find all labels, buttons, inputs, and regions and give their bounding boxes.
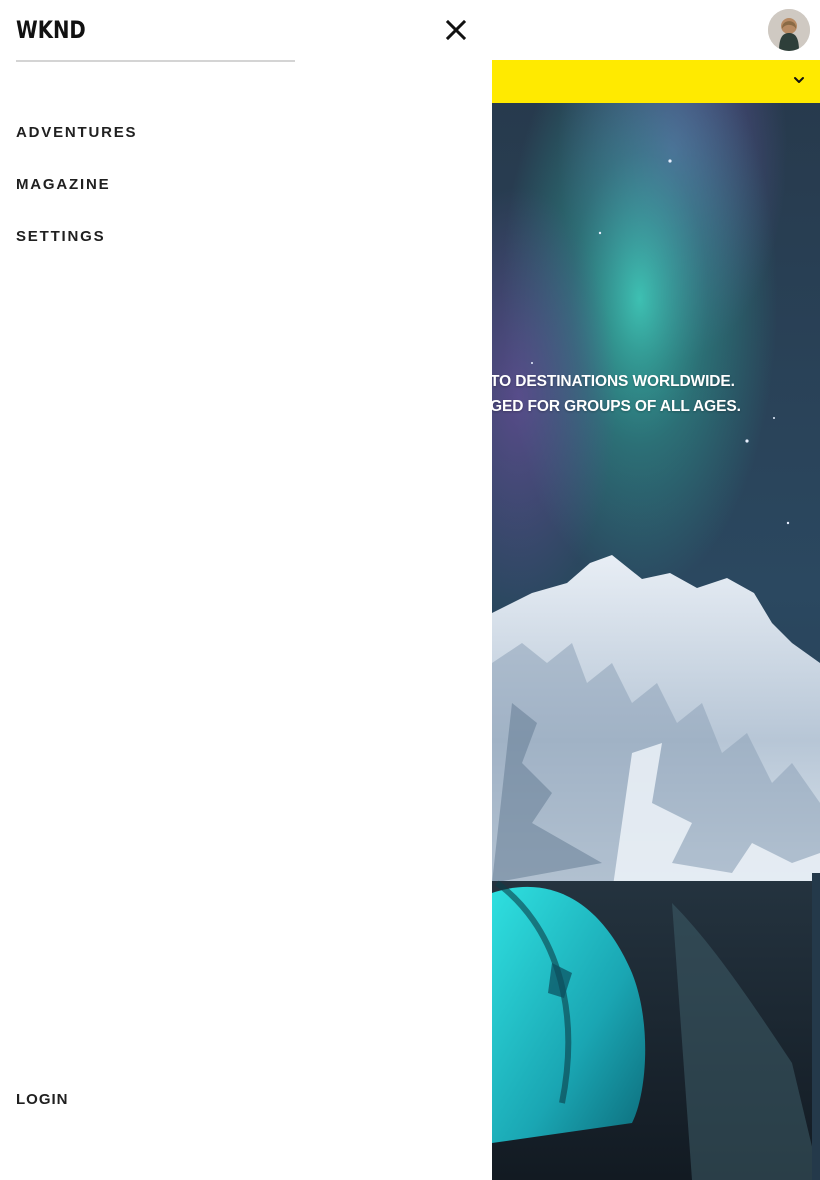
hero-tagline-line-2: GED FOR GROUPS OF ALL AGES. [492, 398, 741, 415]
hero-illustration [492, 103, 820, 1180]
login-link[interactable]: LOGIN [16, 1088, 69, 1112]
nav-item-magazine[interactable]: MAGAZINE [16, 172, 137, 224]
site-logo[interactable]: WKND [16, 15, 86, 45]
language-selector-bar[interactable] [492, 60, 820, 103]
navigation-drawer: WKND ADVENTURES MAGAZINE SETTINGS LOGIN [0, 0, 492, 1180]
hero-tagline-line-1: TO DESTINATIONS WORLDWIDE. [492, 373, 735, 390]
avatar-image [768, 9, 810, 51]
hero-image: TO DESTINATIONS WORLDWIDE. GED FOR GROUP… [492, 103, 820, 1180]
chevron-down-icon[interactable] [792, 73, 806, 87]
close-menu-button[interactable] [440, 14, 472, 46]
nav-item-adventures[interactable]: ADVENTURES [16, 120, 137, 172]
user-avatar[interactable] [768, 9, 810, 51]
close-icon [445, 19, 467, 41]
page: TO DESTINATIONS WORLDWIDE. GED FOR GROUP… [0, 0, 820, 1180]
main-navigation: ADVENTURES MAGAZINE SETTINGS [16, 120, 137, 276]
hero-tagline: TO DESTINATIONS WORLDWIDE. GED FOR GROUP… [492, 369, 820, 419]
nav-item-settings[interactable]: SETTINGS [16, 224, 137, 276]
logo-divider [16, 60, 295, 62]
